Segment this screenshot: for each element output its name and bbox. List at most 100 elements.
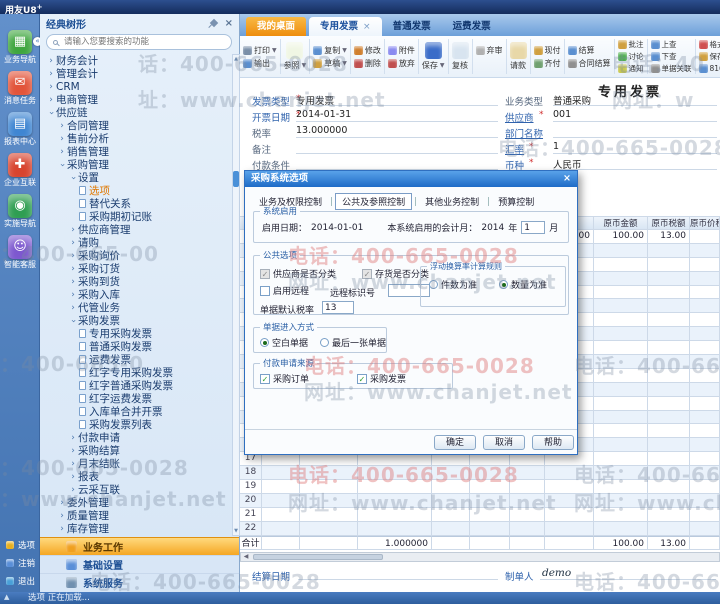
grid-cell[interactable] xyxy=(690,494,720,508)
chevron-collapsed-icon[interactable]: › xyxy=(46,82,56,92)
grid-cell[interactable] xyxy=(594,411,648,425)
save-icon[interactable] xyxy=(425,42,442,59)
chevron-expanded-icon[interactable]: › xyxy=(68,173,78,183)
checkbox-采购订单[interactable]: ✓采购订单 xyxy=(260,372,309,385)
tree-item-设置[interactable]: ›设置 xyxy=(42,171,232,184)
field-value-币种[interactable]: 人民币 xyxy=(553,157,717,170)
grid-cell[interactable] xyxy=(358,508,432,522)
grid-cell[interactable] xyxy=(262,522,300,536)
grid-cell[interactable] xyxy=(510,522,545,536)
grid-cell[interactable] xyxy=(690,522,720,536)
chevron-collapsed-icon[interactable]: › xyxy=(68,485,78,495)
chevron-collapsed-icon[interactable]: › xyxy=(46,95,56,105)
grid-cell[interactable] xyxy=(690,438,720,452)
dialog-close-icon[interactable]: × xyxy=(563,171,571,187)
grid-cell[interactable] xyxy=(510,480,545,494)
grid-cell[interactable] xyxy=(690,480,720,494)
grid-row[interactable]: 19 xyxy=(240,480,720,494)
tree-scrollbar[interactable]: ▲ ▼ xyxy=(232,54,240,536)
grid-cell[interactable] xyxy=(594,313,648,327)
grid-cell[interactable] xyxy=(690,424,720,438)
scroll-up-icon[interactable]: ▲ xyxy=(233,55,239,63)
grid-cell[interactable] xyxy=(690,313,720,327)
grid-cell[interactable] xyxy=(648,424,690,438)
radio-空白单据[interactable]: 空白单据 xyxy=(260,336,308,349)
toolbar-button-下查[interactable]: 下查 xyxy=(651,51,692,63)
hscroll-thumb[interactable] xyxy=(253,554,383,560)
grid-cell[interactable] xyxy=(545,494,594,508)
toolbar-button-请款[interactable]: 请款 xyxy=(510,60,526,71)
grid-cell[interactable] xyxy=(648,313,690,327)
grid-cell[interactable] xyxy=(432,480,470,494)
chevron-collapsed-icon[interactable]: › xyxy=(57,134,67,144)
checkbox-box-icon[interactable]: ✓ xyxy=(357,374,367,384)
radio-circle-icon[interactable] xyxy=(260,338,269,347)
tree-item-库存管理[interactable]: ›库存管理 xyxy=(42,522,232,535)
tree-footer-业务工作[interactable]: 业务工作 xyxy=(40,537,239,555)
grid-cell[interactable] xyxy=(690,508,720,522)
grid-cell[interactable]: 100.00 xyxy=(594,230,648,244)
toolbar-button-格式设置[interactable]: 格式设置 xyxy=(699,39,720,51)
grid-cell[interactable] xyxy=(648,272,690,286)
checkbox-box-icon[interactable]: ✓ xyxy=(260,374,270,384)
grid-cell[interactable] xyxy=(648,466,690,480)
dropdown-arrow-icon[interactable]: ▼ xyxy=(302,62,307,69)
grid-cell[interactable] xyxy=(648,369,690,383)
toolbar-button-结算[interactable]: 结算 xyxy=(568,44,611,57)
grid-cell[interactable] xyxy=(594,438,648,452)
grid-cell[interactable] xyxy=(648,438,690,452)
dialog-button-帮助[interactable]: 帮助 xyxy=(532,435,574,450)
grid-cell[interactable] xyxy=(648,452,690,466)
rail-item-企业互联[interactable]: ✚企业互联 xyxy=(0,153,40,187)
field-value-部门名称[interactable] xyxy=(553,125,717,138)
field-value-付款条件[interactable] xyxy=(296,157,498,170)
status-chevron-icon[interactable]: ▲ xyxy=(4,593,9,601)
tree-item-选项[interactable]: 选项 xyxy=(42,184,232,197)
grid-cell[interactable] xyxy=(432,494,470,508)
tree-item-付款申请[interactable]: ›付款申请 xyxy=(42,431,232,444)
field-value-税率[interactable]: 13.000000 xyxy=(296,125,498,138)
tab-运费发票[interactable]: 运费发票 xyxy=(442,17,502,36)
chevron-expanded-icon[interactable]: › xyxy=(46,108,56,118)
grid-cell[interactable] xyxy=(648,341,690,355)
tab-普通发票[interactable]: 普通发票 xyxy=(382,17,442,36)
chevron-collapsed-icon[interactable]: › xyxy=(57,147,67,157)
chevron-collapsed-icon[interactable]: › xyxy=(68,446,78,456)
toolbar-button-删除[interactable]: 删除 xyxy=(354,57,381,70)
grid-row[interactable]: 18 xyxy=(240,466,720,480)
grid-cell[interactable] xyxy=(690,397,720,411)
grid-cell[interactable] xyxy=(690,258,720,272)
field-value-发票类型[interactable]: 专用发票 xyxy=(296,93,498,106)
grid-cell[interactable] xyxy=(648,383,690,397)
checkbox-box-icon[interactable] xyxy=(260,286,270,296)
grid-cell[interactable] xyxy=(690,327,720,341)
dropdown-arrow-icon[interactable]: ▼ xyxy=(440,62,445,69)
field-value-供应商[interactable]: 001 xyxy=(553,109,717,122)
chevron-collapsed-icon[interactable]: › xyxy=(68,277,78,287)
grid-cell[interactable] xyxy=(648,480,690,494)
grid-cell[interactable] xyxy=(300,508,358,522)
grid-cell[interactable] xyxy=(594,397,648,411)
chevron-collapsed-icon[interactable]: › xyxy=(57,121,67,131)
field-value-开票日期[interactable]: 2014-01-31 xyxy=(296,109,498,122)
tree-scroll-thumb[interactable] xyxy=(233,171,239,187)
grid-row[interactable]: 21 xyxy=(240,508,720,522)
grid-cell[interactable] xyxy=(594,369,648,383)
rail-item-报表中心[interactable]: ▤报表中心 xyxy=(0,112,40,146)
tree-item-供应商管理[interactable]: ›供应商管理 xyxy=(42,223,232,236)
chevron-expanded-icon[interactable]: › xyxy=(68,316,78,326)
chevron-collapsed-icon[interactable]: › xyxy=(68,238,78,248)
grid-cell[interactable] xyxy=(594,258,648,272)
chevron-collapsed-icon[interactable]: › xyxy=(68,433,78,443)
grid-cell[interactable] xyxy=(545,508,594,522)
tree-item-报表[interactable]: ›报表 xyxy=(42,470,232,483)
grid-cell[interactable] xyxy=(594,508,648,522)
checkbox-启用远程[interactable]: 启用远程 xyxy=(260,284,309,297)
grid-cell[interactable] xyxy=(594,383,648,397)
chevron-collapsed-icon[interactable]: › xyxy=(68,264,78,274)
grid-cell[interactable] xyxy=(690,244,720,258)
tree-item-代管业务[interactable]: ›代管业务 xyxy=(42,301,232,314)
toolbar-button-通知[interactable]: 通知 xyxy=(618,63,644,75)
account-month-input[interactable] xyxy=(521,221,545,234)
tree-item-采购期初记账[interactable]: 采购期初记账 xyxy=(42,210,232,223)
